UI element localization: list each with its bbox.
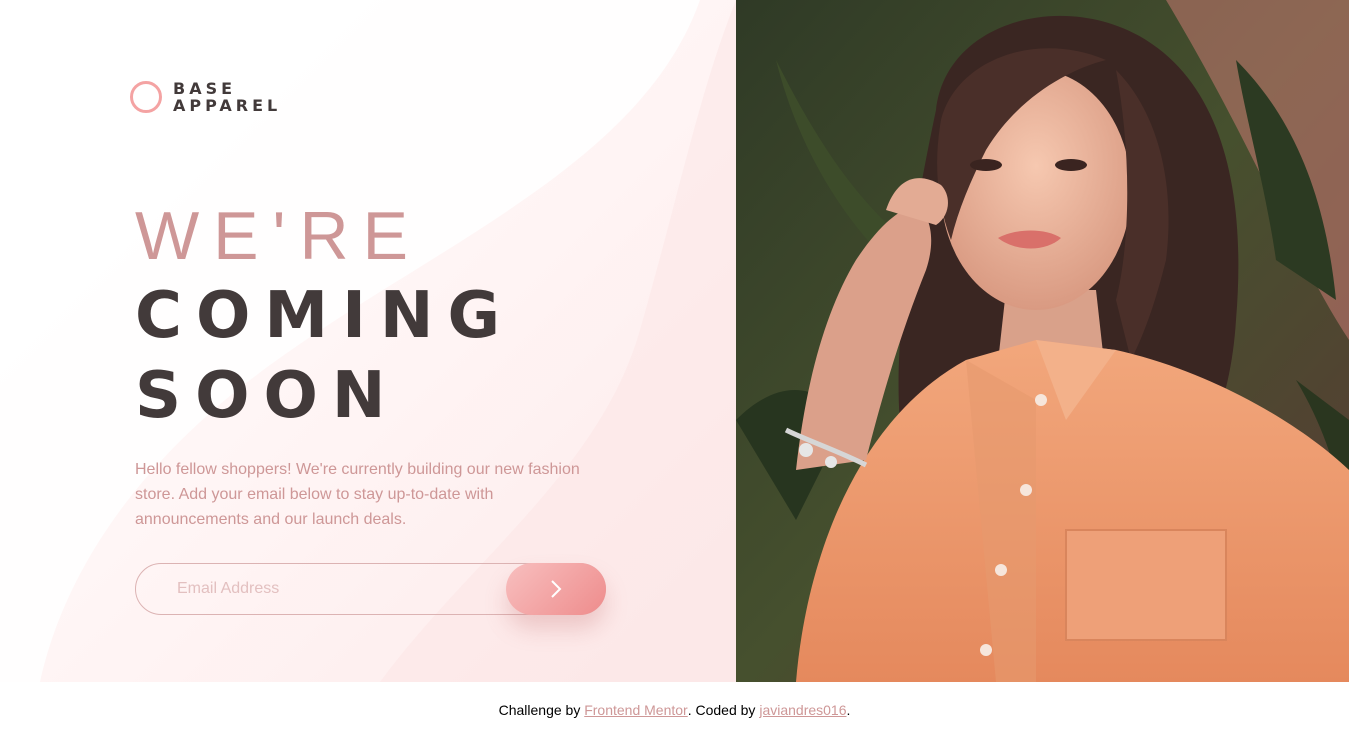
hero-photo	[736, 0, 1349, 682]
logo-wordmark: BASE APPAREL	[173, 80, 281, 114]
headline-light: WE'RE	[135, 198, 422, 274]
headline-bold-line-1: COMING	[135, 279, 514, 353]
logo-line-2: APPAREL	[173, 96, 282, 115]
frontend-mentor-link[interactable]: Frontend Mentor	[584, 702, 688, 718]
brand-logo[interactable]: BASE APPAREL	[130, 80, 281, 114]
logo-line-1: BASE	[173, 79, 237, 98]
subscribe-form	[135, 563, 606, 615]
footer-prefix: Challenge by	[498, 702, 581, 718]
footer-suffix: .	[846, 702, 851, 718]
author-link[interactable]: javiandres016	[759, 702, 846, 718]
submit-button[interactable]	[506, 563, 606, 615]
chevron-right-icon	[551, 580, 562, 598]
headline-bold-line-2: SOON	[135, 359, 400, 433]
intro-text: Hello fellow shoppers! We're currently b…	[135, 461, 580, 528]
logo-circle-icon	[130, 81, 162, 113]
page-title: WE'RE COMING SOON	[135, 196, 514, 436]
footer-middle: . Coded by	[687, 702, 756, 718]
attribution-footer: Challenge by Frontend Mentor. Coded by j…	[0, 682, 1349, 738]
content-panel: BASE APPAREL WE'RE COMING SOON Hello fel…	[0, 0, 736, 682]
hero-image	[736, 0, 1349, 682]
hero-section: BASE APPAREL WE'RE COMING SOON Hello fel…	[0, 0, 1349, 682]
